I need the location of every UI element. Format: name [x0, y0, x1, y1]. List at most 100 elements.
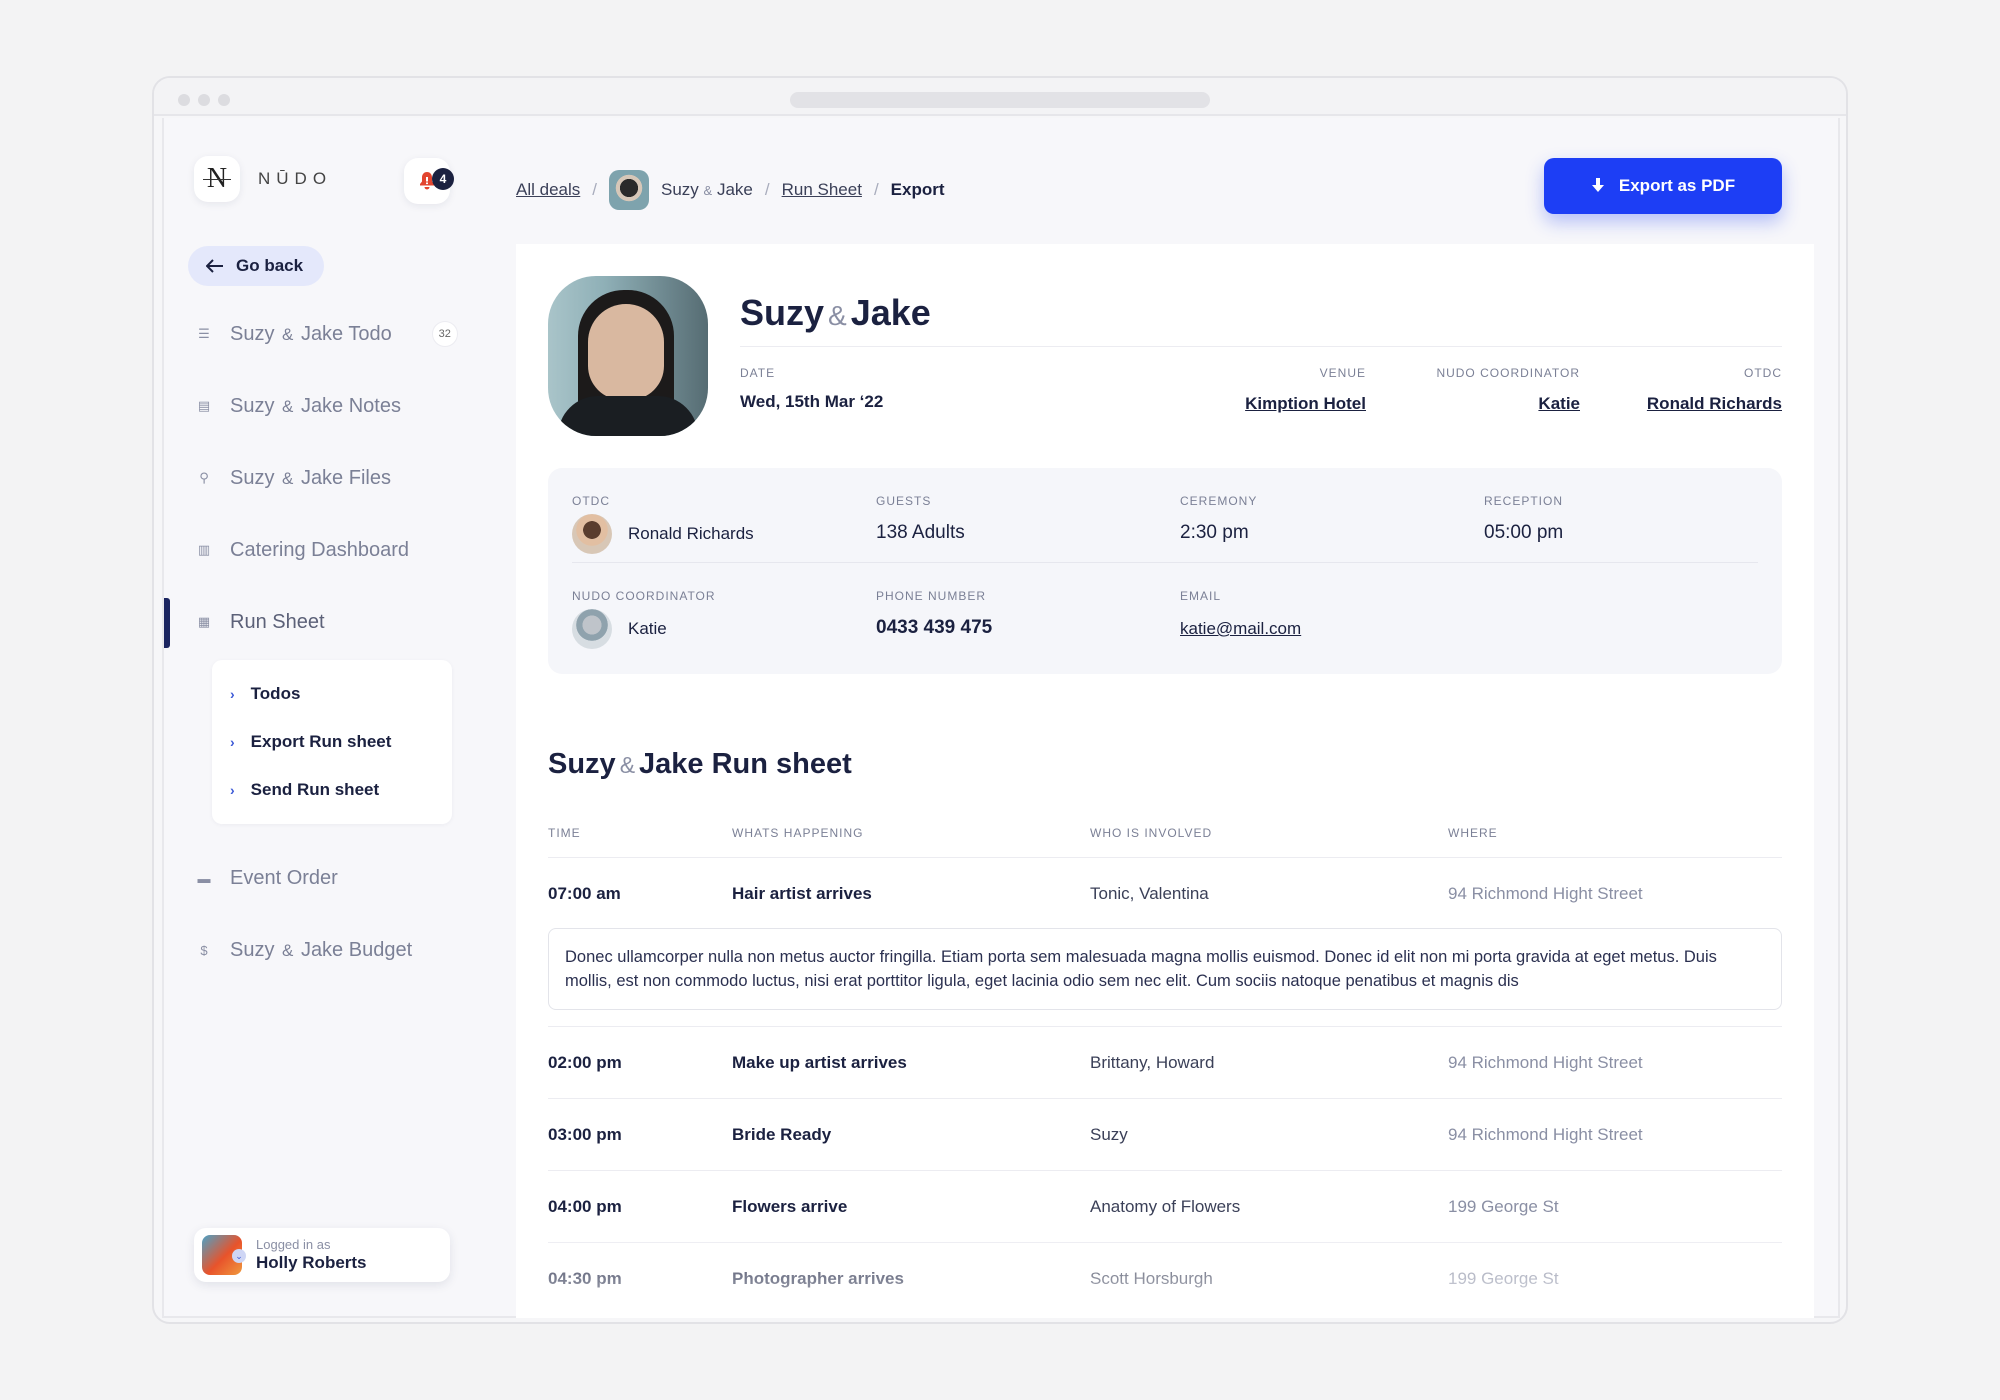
info-phone: PHONE NUMBER 0433 439 475	[876, 589, 993, 638]
sidebar-item-catering[interactable]: ▥ Catering Dashboard	[164, 514, 464, 586]
nav-label-amp: &	[282, 396, 294, 416]
table-row[interactable]: 02:00 pm Make up artist arrives Brittany…	[548, 1027, 1782, 1099]
nav-label-amp: &	[282, 468, 294, 488]
sidebar-item-event-order[interactable]: ▬ Event Order	[164, 842, 464, 914]
subnav-label: Export Run sheet	[250, 732, 392, 751]
subnav-label: Todos	[250, 684, 301, 703]
divider	[740, 346, 1782, 347]
otdc-link[interactable]: Ronald Richards	[1647, 394, 1782, 414]
subnav-item-todos[interactable]: › Todos	[212, 670, 452, 718]
nav-label-amp: &	[282, 324, 294, 344]
chevron-down-icon: ⌄	[232, 1249, 246, 1263]
chevron-right-icon: ›	[230, 686, 235, 702]
user-menu[interactable]: ⌄ Logged in as Holly Roberts	[194, 1228, 450, 1282]
notification-count-badge: 4	[432, 168, 454, 190]
main-panel: Suzy & Jake DATE Wed, 15th Mar ‘22 VENUE K…	[516, 244, 1814, 1318]
breadcrumb-current: Export	[890, 180, 945, 199]
nav-label-pre: Suzy	[230, 466, 275, 489]
otdc-name: Ronald Richards	[628, 524, 754, 543]
avatar: ⌄	[202, 1235, 246, 1275]
download-icon	[1591, 178, 1604, 192]
maximize-dot[interactable]	[218, 94, 230, 106]
avatar	[572, 514, 612, 554]
dollar-icon: $	[200, 942, 208, 958]
sidebar-item-run-sheet[interactable]: ▦ Run Sheet	[164, 586, 464, 658]
nav-label-pre: Suzy	[230, 322, 275, 345]
export-pdf-button[interactable]: Export as PDF	[1544, 158, 1782, 214]
brand-name: NŪDO	[258, 169, 333, 188]
info-email: EMAIL katie@mail.com	[1180, 589, 1302, 639]
coordinator-name: Katie	[628, 619, 667, 638]
nav-label-post: Jake Todo	[300, 322, 392, 345]
venue: VENUE Kimption Hotel	[1245, 366, 1366, 414]
sidebar-nav: ☰ Suzy & Jake Todo 32 ▤ Suzy & Jake Note…	[164, 298, 464, 986]
sidebar-item-notes[interactable]: ▤ Suzy & Jake Notes	[164, 370, 464, 442]
document-icon: ▦	[197, 614, 211, 629]
stack-icon: ▬	[197, 870, 211, 886]
breadcrumb-separator: /	[592, 180, 597, 199]
couple-photo	[548, 276, 708, 436]
chevron-right-icon: ›	[230, 734, 235, 750]
nav-label-pre: Suzy	[230, 938, 275, 961]
run-sheet-subnav: › Todos › Export Run sheet › Send Run sheet	[212, 660, 452, 824]
minimize-dot[interactable]	[198, 94, 210, 106]
breadcrumb-separator: /	[873, 180, 879, 199]
chevron-right-icon: ›	[230, 782, 235, 798]
sidebar-item-files[interactable]: ⚲ Suzy & Jake Files	[164, 442, 464, 514]
breadcrumb-all-deals[interactable]: All deals	[516, 180, 580, 200]
paperclip-icon: ⚲	[199, 470, 209, 485]
chart-icon: ▥	[197, 542, 211, 557]
table-row[interactable]: 04:30 pm Photographer arrives Scott Hors…	[548, 1243, 1782, 1315]
info-guests: GUESTS 138 Adults	[876, 494, 965, 543]
nav-label-post: Jake Budget	[300, 938, 413, 961]
event-date: DATE Wed, 15th Mar ‘22	[740, 366, 883, 412]
window-controls	[178, 94, 230, 106]
otdc: OTDC Ronald Richards	[1647, 366, 1782, 414]
nav-label: Catering Dashboard	[230, 538, 409, 561]
table-row[interactable]: 07:00 am Hair artist arrives Tonic, Vale…	[548, 858, 1782, 928]
nav-label-post: Jake Files	[300, 466, 391, 489]
coordinator-link[interactable]: Katie	[1436, 394, 1580, 414]
info-otdc: OTDC Ronald Richards	[572, 494, 754, 554]
info-reception: RECEPTION 05:00 pm	[1484, 494, 1564, 543]
list-icon: ☰	[198, 326, 210, 341]
user-name: Holly Roberts	[256, 1253, 367, 1272]
table-row[interactable]: 04:00 pm Flowers arrive Anatomy of Flowe…	[548, 1171, 1782, 1243]
coordinator: NUDO COORDINATOR Katie	[1436, 366, 1580, 414]
couple-avatar	[609, 170, 649, 210]
table-header: TIME WHATS HAPPENING WHO IS INVOLVED WHE…	[548, 814, 1782, 858]
run-sheet-title: Suzy & Jake Run sheet	[548, 748, 852, 780]
app: N NŪDO 4 Go back ☰ Suzy & Jake Todo 32 ▤…	[162, 118, 1840, 1318]
info-ceremony: CEREMONY 2:30 pm	[1180, 494, 1258, 543]
venue-label: VENUE	[1319, 366, 1366, 380]
arrow-left-icon	[206, 259, 223, 273]
close-dot[interactable]	[178, 94, 190, 106]
browser-window: N NŪDO 4 Go back ☰ Suzy & Jake Todo 32 ▤…	[152, 76, 1848, 1324]
sidebar-item-budget[interactable]: $ Suzy & Jake Budget	[164, 914, 464, 986]
subnav-item-export-run-sheet[interactable]: › Export Run sheet	[212, 718, 452, 766]
nav-label-post: Jake Notes	[300, 394, 401, 417]
brand[interactable]: N NŪDO	[194, 156, 332, 202]
info-coordinator: NUDO COORDINATOR Katie	[572, 589, 716, 649]
go-back-button[interactable]: Go back	[188, 246, 324, 286]
nav-label-pre: Suzy	[230, 394, 275, 417]
table-row[interactable]: 03:00 pm Bride Ready Suzy 94 Richmond Hi…	[548, 1099, 1782, 1171]
email-link[interactable]: katie@mail.com	[1180, 619, 1301, 639]
nav-label: Event Order	[230, 866, 338, 889]
todo-count-badge: 32	[431, 321, 458, 347]
export-pdf-label: Export as PDF	[1618, 176, 1736, 195]
go-back-label: Go back	[236, 256, 304, 275]
breadcrumb-separator: /	[764, 180, 770, 199]
venue-link[interactable]: Kimption Hotel	[1245, 394, 1366, 414]
notifications-button[interactable]: 4	[404, 158, 454, 204]
breadcrumb-couple[interactable]: Suzy & Jake	[661, 180, 753, 200]
breadcrumb-run-sheet[interactable]: Run Sheet	[782, 180, 862, 200]
coordinator-label: NUDO COORDINATOR	[1436, 366, 1580, 380]
row-note: Donec ullamcorper nulla non metus auctor…	[548, 928, 1782, 1010]
date-value: Wed, 15th Mar ‘22	[740, 392, 884, 411]
sidebar-item-todo[interactable]: ☰ Suzy & Jake Todo 32	[164, 298, 464, 370]
subnav-item-send-run-sheet[interactable]: › Send Run sheet	[212, 766, 452, 814]
address-bar[interactable]	[790, 92, 1210, 108]
nav-label: Run Sheet	[230, 610, 325, 633]
date-label: DATE	[740, 366, 776, 380]
